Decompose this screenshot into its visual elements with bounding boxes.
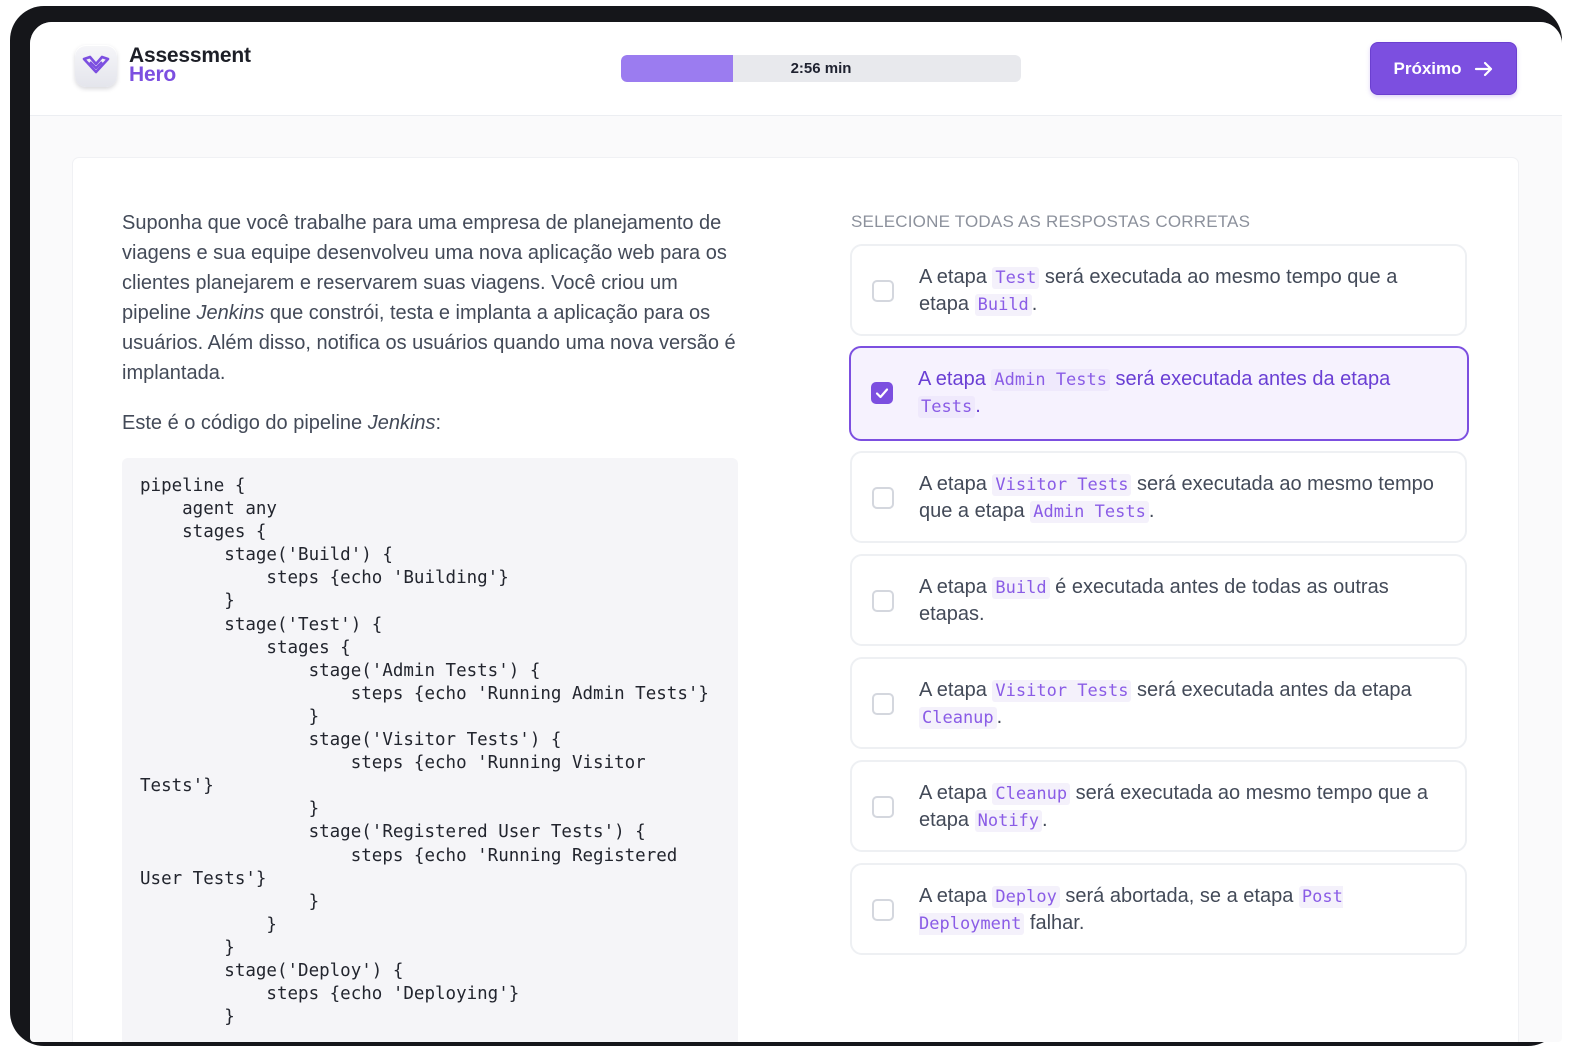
- code-line: }: [140, 1007, 235, 1028]
- answer-text-part: será executada antes da etapa: [1110, 368, 1391, 390]
- code-line: stage('Admin Tests') {: [140, 660, 541, 681]
- answer-checkbox[interactable]: [872, 590, 894, 612]
- code-line: }: [140, 937, 235, 958]
- question-text: Suponha que você trabalhe para uma empre…: [122, 208, 747, 458]
- code-line: stage('Build') {: [140, 545, 393, 566]
- answer-option[interactable]: A etapa Visitor Tests será executada ant…: [850, 657, 1467, 749]
- answer-text: A etapa Cleanup será executada ao mesmo …: [919, 780, 1449, 834]
- code-block: pipeline { agent any stages { stage('Bui…: [122, 458, 738, 1042]
- answer-option[interactable]: A etapa Visitor Tests será executada ao …: [850, 451, 1467, 543]
- code-line: steps {echo 'Running Admin Tests'}: [140, 683, 709, 704]
- answer-checkbox[interactable]: [872, 899, 894, 921]
- question-paragraph: Suponha que você trabalhe para uma empre…: [122, 208, 747, 388]
- timer-progress-bar: 2:56 min: [621, 55, 1021, 82]
- answer-text-part: será abortada, se a etapa: [1059, 885, 1299, 907]
- code-line: stage('Deploy') {: [140, 960, 404, 981]
- check-icon: [875, 388, 889, 399]
- answer-code-token: Visitor Tests: [992, 474, 1132, 496]
- answer-text-part: A etapa: [919, 679, 993, 701]
- answer-code-token: Tests: [918, 396, 976, 418]
- answer-option[interactable]: A etapa Build é executada antes de todas…: [850, 554, 1467, 646]
- question-code-intro: Este é o código do pipeline Jenkins:: [122, 408, 747, 438]
- answer-code-token: Deploy: [992, 886, 1060, 908]
- code-line: steps {echo 'Running Registered: [140, 845, 678, 866]
- code-line: steps {echo 'Deploying'}: [140, 984, 520, 1005]
- answer-text-part: .: [1031, 293, 1038, 315]
- code-line: Tests'}: [140, 776, 214, 797]
- answer-text: A etapa Build é executada antes de todas…: [919, 574, 1449, 627]
- answer-text-part: será executada antes da etapa: [1131, 679, 1412, 701]
- answer-checkbox[interactable]: [872, 693, 894, 715]
- code-line: stages {: [140, 637, 351, 658]
- answer-code-token: Visitor Tests: [992, 680, 1132, 702]
- answer-code-token: Notify: [974, 810, 1043, 832]
- answers-title: SELECIONE TODAS AS RESPOSTAS CORRETAS: [851, 212, 1251, 231]
- answer-code-token: Cleanup: [919, 707, 997, 729]
- answer-text: A etapa Visitor Tests será executada ant…: [919, 677, 1449, 731]
- question-text-part: Este é o código do pipeline: [122, 412, 368, 434]
- code-line: User Tests'}: [140, 868, 267, 889]
- question-card: Suponha que você trabalhe para uma empre…: [73, 158, 1518, 1042]
- answer-text-part: A etapa: [918, 368, 992, 390]
- answer-code-token: Cleanup: [992, 783, 1071, 805]
- answer-checkbox[interactable]: [872, 796, 894, 818]
- answer-option[interactable]: A etapa Cleanup será executada ao mesmo …: [850, 760, 1467, 852]
- answer-text-part: A etapa: [919, 576, 993, 598]
- question-emphasis: Jenkins: [367, 412, 436, 434]
- code-line: }: [140, 706, 320, 727]
- code-line: }: [140, 891, 320, 912]
- answer-checkbox[interactable]: [872, 487, 894, 509]
- answer-option[interactable]: A etapa Test será executada ao mesmo tem…: [850, 244, 1467, 336]
- code-line: }: [140, 914, 277, 935]
- answer-text: A etapa Visitor Tests será executada ao …: [919, 471, 1449, 525]
- answer-text: A etapa Deploy será abortada, se a etapa…: [919, 883, 1449, 937]
- next-button[interactable]: Próximo: [1370, 42, 1517, 95]
- logo-line2: Hero: [129, 63, 177, 86]
- code-line: steps {echo 'Running Visitor: [140, 753, 646, 774]
- answer-text-part: .: [1042, 809, 1048, 831]
- answer-option[interactable]: A etapa Deploy será abortada, se a etapa…: [850, 863, 1467, 955]
- code-line: agent any: [140, 499, 277, 520]
- device-frame: Assessment Hero 2:56 min Próximo Suponha…: [10, 6, 1562, 1046]
- answer-code-token: Build: [974, 294, 1032, 316]
- answer-text-part: .: [1148, 500, 1155, 522]
- answer-text-part: A etapa: [919, 473, 993, 495]
- next-button-label: Próximo: [1393, 58, 1462, 78]
- answer-code-token: Build: [992, 577, 1050, 599]
- app-screen: Assessment Hero 2:56 min Próximo Suponha…: [30, 22, 1562, 1042]
- answer-text-part: A etapa: [919, 782, 993, 804]
- answer-text: A etapa Admin Tests será executada antes…: [918, 366, 1448, 420]
- answer-checkbox[interactable]: [872, 280, 894, 302]
- top-bar: Assessment Hero 2:56 min Próximo: [30, 22, 1562, 116]
- question-emphasis: Jenkins: [196, 302, 265, 324]
- answer-option[interactable]: A etapa Admin Tests será executada antes…: [849, 346, 1469, 441]
- answer-text-part: .: [996, 706, 1003, 728]
- code-line: stages {: [140, 522, 267, 543]
- answer-text-part: A etapa: [919, 266, 993, 288]
- code-line: stage('Visitor Tests') {: [140, 730, 562, 751]
- answer-text: A etapa Test será executada ao mesmo tem…: [919, 264, 1449, 318]
- code-line: pipeline {: [140, 476, 246, 496]
- timer-label: 2:56 min: [790, 60, 852, 77]
- answer-text-part: .: [975, 395, 981, 417]
- code-line: stage('Test') {: [140, 614, 383, 635]
- answer-text-part: A etapa: [919, 885, 993, 907]
- code-line: stage('Registered User Tests') {: [140, 822, 646, 843]
- answer-code-token: Admin Tests: [991, 369, 1110, 391]
- answer-code-token: Admin Tests: [1030, 501, 1149, 523]
- code-line: }: [140, 799, 320, 820]
- answer-code-token: Test: [992, 267, 1040, 289]
- answer-text-part: falhar.: [1024, 912, 1085, 934]
- arrow-right-icon: [1474, 61, 1492, 76]
- question-text-part: :: [435, 412, 442, 434]
- code-line: steps {echo 'Building'}: [140, 568, 509, 589]
- answer-checkbox[interactable]: [871, 382, 893, 404]
- logo-icon: [75, 45, 117, 87]
- logo-wordmark[interactable]: Assessment Hero: [129, 45, 251, 86]
- code-line: }: [140, 591, 235, 612]
